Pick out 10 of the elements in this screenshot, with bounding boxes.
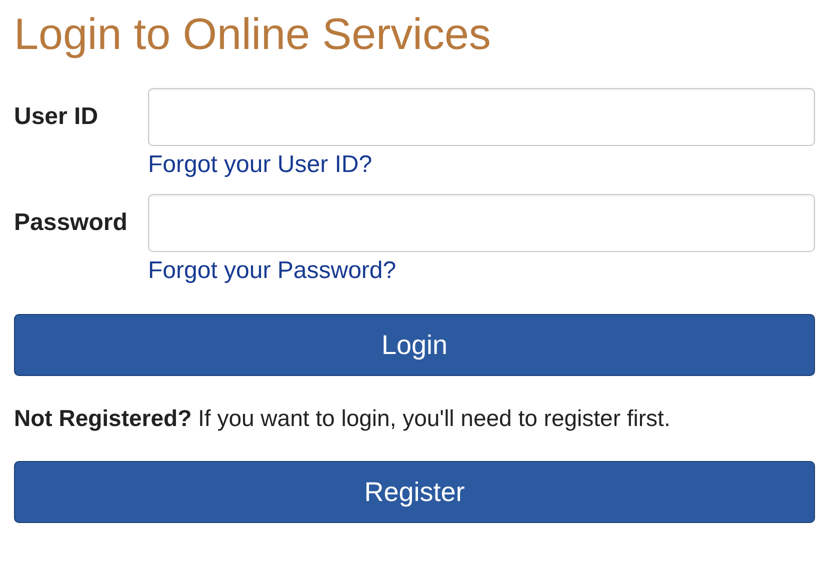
forgot-link[interactable]: Forgot your User ID? <box>148 150 372 180</box>
field-label: Password <box>14 208 128 238</box>
input-field[interactable] <box>148 88 815 146</box>
input-field[interactable] <box>148 194 815 252</box>
register-note: Not Registered? If you want to login, you'll need to register first. <box>14 404 672 433</box>
register-button[interactable]: Register <box>14 461 815 523</box>
page-title: Login to Online Services <box>14 9 492 61</box>
forgot-link[interactable]: Forgot your Password? <box>148 256 396 286</box>
login-button[interactable]: Login <box>14 314 815 376</box>
field-label: User ID <box>14 102 100 132</box>
